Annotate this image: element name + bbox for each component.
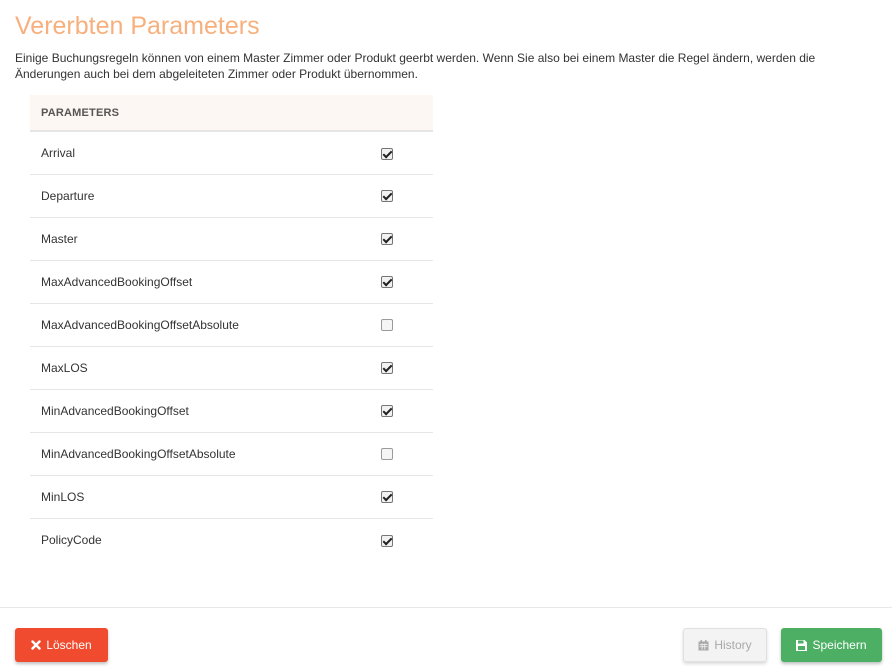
parameter-name: Arrival (30, 131, 373, 175)
save-button-label: Speichern (812, 638, 867, 652)
inherit-checkbox[interactable] (381, 233, 393, 246)
parameter-name: MinAdvancedBookingOffset (30, 389, 373, 433)
parameter-checkbox-cell (373, 217, 433, 261)
table-row: MaxAdvancedBookingOffset (30, 260, 433, 304)
page-title: Vererbten Parameters (15, 12, 260, 40)
table-row: MinLOS (30, 475, 433, 519)
table-row: MaxLOS (30, 346, 433, 390)
times-icon (31, 640, 42, 650)
table-row: PolicyCode (30, 518, 433, 561)
inherit-checkbox[interactable] (381, 534, 393, 547)
table-row: MaxAdvancedBookingOffsetAbsolute (30, 303, 433, 347)
parameters-table-body: Arrival Departure Master MaxAdvancedBooking… (30, 131, 433, 561)
footer-divider (0, 607, 892, 608)
delete-button-label: Löschen (46, 638, 92, 652)
history-button[interactable]: History (683, 628, 767, 662)
table-row: MinAdvancedBookingOffsetAbsolute (30, 432, 433, 476)
parameter-checkbox-cell (373, 260, 433, 304)
parameter-checkbox-cell (373, 346, 433, 390)
inherit-checkbox[interactable] (381, 448, 393, 461)
parameter-checkbox-cell (373, 303, 433, 347)
parameter-name: PolicyCode (41, 532, 102, 547)
parameter-checkbox-cell (373, 174, 433, 218)
inherit-checkbox[interactable] (381, 491, 393, 504)
table-row: MinAdvancedBookingOffset (30, 389, 433, 433)
column-header-parameters: PARAMETERS (30, 95, 433, 132)
inherit-checkbox[interactable] (381, 362, 393, 375)
calendar-icon (698, 639, 709, 651)
parameter-checkbox-cell (373, 475, 433, 519)
inherit-checkbox[interactable] (381, 147, 393, 160)
parameter-checkbox-cell (373, 389, 433, 433)
inherit-checkbox[interactable] (381, 319, 393, 332)
table-row: Departure (30, 174, 433, 218)
history-button-label: History (714, 638, 752, 652)
table-header-row: PARAMETERS (30, 95, 433, 132)
parameter-name: Departure (30, 174, 373, 218)
page-description: Einige Buchungsregeln können von einem M… (15, 51, 816, 81)
parameter-name: MaxAdvancedBookingOffset (30, 260, 373, 304)
parameter-name: Master (30, 217, 373, 261)
table-row: Master (30, 217, 433, 261)
parameters-table: PARAMETERS Arrival Departure Master MaxAdva… (30, 95, 433, 561)
inherit-checkbox[interactable] (381, 190, 393, 203)
parameter-name: MaxAdvancedBookingOffsetAbsolute (30, 303, 373, 347)
floppy-disk-icon (796, 639, 808, 651)
delete-button[interactable]: Löschen (15, 628, 108, 662)
parameter-checkbox-cell (373, 518, 433, 561)
table-row: Arrival (30, 131, 433, 175)
parameter-name: MaxLOS (30, 346, 373, 390)
inherit-checkbox[interactable] (381, 276, 393, 289)
save-button[interactable]: Speichern (781, 628, 882, 662)
parameter-checkbox-cell (373, 131, 433, 175)
inherit-checkbox[interactable] (381, 405, 393, 418)
parameter-name: MinAdvancedBookingOffsetAbsolute (30, 432, 373, 476)
parameter-checkbox-cell (373, 432, 433, 476)
parameter-name: MinLOS (30, 475, 373, 519)
